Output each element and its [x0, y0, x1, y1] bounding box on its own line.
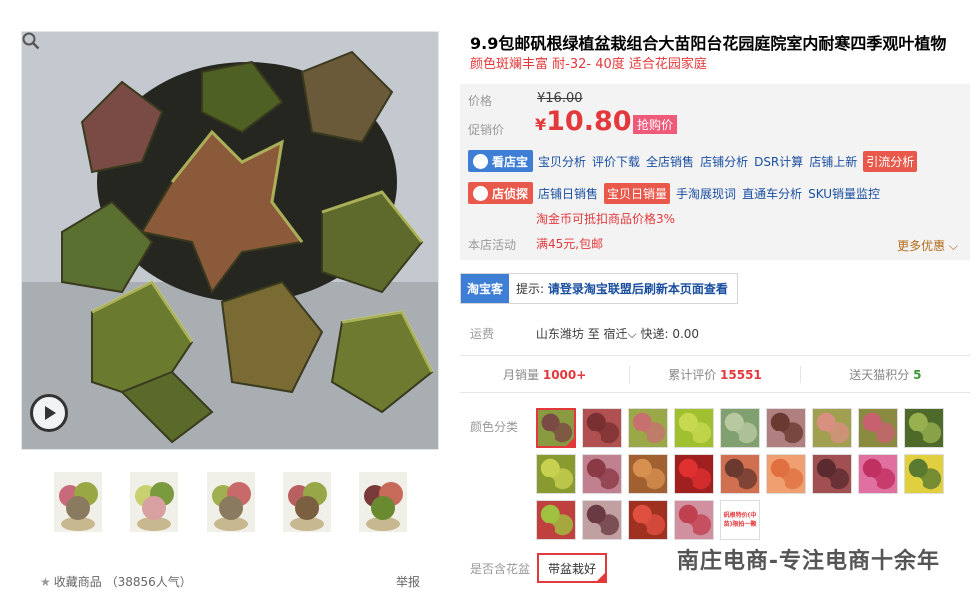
kandianbao-toolbar: 看店宝 宝贝分析 评价下载 全店销售 店铺分析 DSR计算 店铺上新 引流分析 [468, 150, 923, 172]
kandianbao-link-0[interactable]: 宝贝分析 [538, 155, 586, 169]
product-subtitle: 颜色斑斓丰富 耐-32- 40度 适合花园家庭 [470, 57, 707, 72]
original-price: ¥16.00 [537, 91, 583, 106]
thumbnail-2[interactable] [130, 472, 178, 532]
traffic-analysis-link[interactable]: 引流分析 [863, 150, 918, 172]
price-label: 价格 [468, 94, 493, 108]
color-swatch-7[interactable] [812, 408, 852, 448]
taobaoke-hint: 提示: 请登录淘宝联盟后刷新本页面查看 [516, 282, 728, 296]
chevron-down-icon: ⌵ [627, 327, 637, 341]
shipping-destination-select[interactable]: 宿迁⌵ [604, 327, 637, 341]
monthly-sales: 月销量 1000+ [460, 365, 631, 383]
dianzhentan-link-0[interactable]: 手淘展现词 [676, 187, 736, 201]
shipping-express: 快递: 0.00 [640, 327, 700, 341]
price-panel: 价格 ¥16.00 促销价 ¥10.80 抢购价 看店宝 宝贝分析 评价下载 全店销… [460, 84, 970, 260]
watermark: 南庄电商-专注电商十余年 [659, 541, 958, 577]
thumbnail-strip [54, 472, 414, 534]
kandianbao-button[interactable]: 看店宝 [468, 150, 534, 172]
more-deals-link[interactable]: 更多优惠 ⌵ [897, 237, 958, 254]
color-swatch-8[interactable] [858, 408, 898, 448]
taobaoke-tag[interactable]: 淘宝客 [461, 274, 510, 303]
color-swatch-14[interactable] [720, 454, 760, 494]
zoom-icon[interactable] [22, 32, 40, 50]
color-swatch-5[interactable] [720, 408, 760, 448]
item-daily-sales-link[interactable]: 宝贝日销量 [604, 182, 671, 204]
kandianbao-link-4[interactable]: DSR计算 [754, 155, 803, 169]
color-swatch-1[interactable] [536, 408, 576, 448]
kandianbao-link-3[interactable]: 店铺分析 [700, 155, 748, 169]
sales-stats: 月销量 1000+ 累计评价 15551 送天猫积分 5 [460, 355, 970, 393]
taobaoke-bar: 淘宝客 提示: 请登录淘宝联盟后刷新本页面查看 [460, 273, 738, 304]
dianzhentan-button[interactable]: 店侦探 [468, 182, 534, 204]
color-swatch-12[interactable] [628, 454, 668, 494]
shipping-label: 运费 [470, 327, 495, 341]
favorite-count: （38856人气） [105, 575, 192, 589]
coin-note: 淘金币可抵扣商品价格3% [536, 212, 676, 226]
favorite-label: 收藏商品 [53, 575, 102, 589]
kandianbao-icon [473, 153, 488, 169]
color-swatch-19[interactable] [536, 500, 576, 540]
report-link[interactable]: 举报 [396, 573, 420, 590]
color-swatch-10[interactable] [536, 454, 576, 494]
pot-option-selected[interactable]: 带盆栽好 [537, 553, 607, 583]
color-swatch-18[interactable] [904, 454, 944, 494]
shop-activity-value: 满45元,包邮 [536, 237, 604, 251]
shop-daily-sales-link[interactable]: 店铺日销售 [538, 185, 598, 202]
color-swatch-15[interactable] [766, 454, 806, 494]
thumbnail-4[interactable] [283, 472, 331, 532]
color-swatch-21[interactable] [628, 500, 668, 540]
promo-badge: 抢购价 [633, 115, 678, 134]
promo-price-label: 促销价 [468, 123, 505, 137]
color-swatch-6[interactable] [766, 408, 806, 448]
color-swatch-special[interactable]: 矾根特价(中苗)限拍一颗 [720, 500, 760, 540]
color-swatch-22[interactable] [674, 500, 714, 540]
thumbnail-5[interactable] [359, 472, 407, 532]
color-swatch-17[interactable] [858, 454, 898, 494]
thumbnail-3[interactable] [207, 472, 255, 532]
color-category-label: 颜色分类 [470, 420, 519, 434]
video-play-button[interactable] [30, 394, 68, 432]
color-swatch-11[interactable] [582, 454, 622, 494]
shipping-from: 山东潍坊 [535, 327, 584, 341]
total-reviews[interactable]: 累计评价 15551 [630, 365, 801, 383]
kandianbao-link-1[interactable]: 评价下载 [592, 155, 640, 169]
thumbnail-1[interactable] [54, 472, 102, 532]
color-swatch-3[interactable] [628, 408, 668, 448]
color-swatch-16[interactable] [812, 454, 852, 494]
dianzhentan-link-2[interactable]: SKU销量监控 [808, 187, 880, 201]
promo-price: ¥10.80 [535, 106, 632, 137]
dianzhentan-toolbar: 店侦探 店铺日销售 宝贝日销量 手淘展现词 直通车分析 SKU销量监控 [468, 182, 886, 204]
dianzhentan-link-1[interactable]: 直通车分析 [742, 187, 802, 201]
shipping-to-word: 至 [587, 327, 600, 341]
shop-activity-label: 本店活动 [468, 238, 517, 252]
color-swatch-20[interactable] [582, 500, 622, 540]
main-product-image[interactable] [21, 31, 439, 450]
taobaoke-hint-link[interactable]: 请登录淘宝联盟后刷新本页面查看 [548, 282, 728, 296]
dianzhentan-icon [473, 185, 488, 201]
kandianbao-link-5[interactable]: 店铺上新 [809, 155, 857, 169]
pot-option-label: 是否含花盆 [470, 562, 531, 576]
color-swatch-2[interactable] [582, 408, 622, 448]
star-icon: ★ [40, 575, 51, 589]
favorite-link[interactable]: ★ 收藏商品 （38856人气） [40, 573, 192, 590]
color-swatch-4[interactable] [674, 408, 714, 448]
product-title: 9.9包邮矾根绿植盆栽组合大苗阳台花园庭院室内耐寒四季观叶植物 [470, 34, 947, 53]
plant-photo [22, 32, 438, 449]
chevron-down-icon: ⌵ [945, 239, 958, 253]
shipping-row: 运费 山东潍坊 至 宿迁⌵ 快递: 0.00 [470, 325, 699, 342]
tmall-points: 送天猫积分 5 [849, 367, 922, 382]
color-swatch-13[interactable] [674, 454, 714, 494]
kandianbao-link-2[interactable]: 全店销售 [646, 155, 694, 169]
color-swatch-9[interactable] [904, 408, 944, 448]
